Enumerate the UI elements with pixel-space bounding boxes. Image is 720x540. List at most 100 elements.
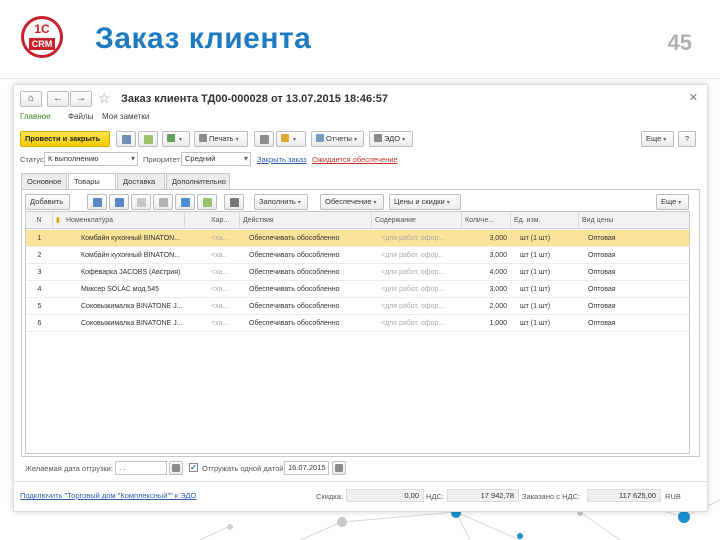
tab-additional[interactable]: Дополнительно <box>166 173 230 189</box>
table-row[interactable]: 1 Комбайн кухонный BINATON... <ха... Обе… <box>26 230 689 247</box>
add-row-button[interactable]: Добавить <box>25 194 70 210</box>
prices-discounts-button[interactable]: Цены и скидки ▾ <box>389 194 461 210</box>
ship-date-field[interactable]: . . <box>115 461 167 475</box>
row-unit: шт (1 шт) <box>520 269 551 276</box>
title-divider <box>0 78 720 79</box>
tab-goods[interactable]: Товары (6) <box>68 173 116 201</box>
move-up-button[interactable] <box>87 194 107 210</box>
reports-label: Отчеты <box>326 134 352 143</box>
column-header-char[interactable]: Хар... <box>208 212 240 229</box>
save-button[interactable] <box>116 131 136 147</box>
create-based-icon <box>167 134 175 142</box>
ship-one-date-checkbox[interactable]: ✓ <box>189 463 198 472</box>
goods-more-button[interactable]: Еще ▾ <box>656 194 689 210</box>
connect-edo-link[interactable]: Подключить "Торговый дом "Комплексный"" … <box>20 491 196 500</box>
calendar-button-2[interactable] <box>332 461 346 475</box>
goods-table: N ▮ Номенклатура Хар... Действия Содержа… <box>25 211 690 454</box>
column-header-actions[interactable]: Действия <box>240 212 372 229</box>
edo-label: ЭДО <box>384 134 401 143</box>
table-row[interactable]: 5 Соковыжималка BINATONE J... <ха... Обе… <box>26 298 689 315</box>
row-content: <для работ, офор... <box>381 303 445 310</box>
fill-button[interactable]: Заполнить ▾ <box>254 194 308 210</box>
close-icon[interactable]: ✕ <box>689 91 698 104</box>
nav-tab-notes[interactable]: Мои заметки <box>102 112 149 121</box>
table-row[interactable]: 4 Миксер SOLAC мод.545 <ха... Обеспечива… <box>26 281 689 298</box>
favorite-star-icon[interactable]: ☆ <box>98 90 111 107</box>
row-number: 3 <box>37 269 42 276</box>
row-characteristic: <ха... <box>211 235 229 242</box>
close-order-link[interactable]: Закрыть заказ <box>257 155 307 164</box>
currency-label: RUB <box>665 492 681 501</box>
calendar-button[interactable] <box>169 461 183 475</box>
status-label: Статус: <box>20 155 46 164</box>
tab-delivery[interactable]: Доставка <box>117 173 165 189</box>
row-item: Соковыжималка BINATONE J... <box>81 320 183 327</box>
edo-icon <box>374 134 382 142</box>
list-icon <box>260 135 269 144</box>
discount-label: Скидка: <box>316 492 343 501</box>
calendar-icon <box>335 464 343 472</box>
post-button[interactable] <box>138 131 158 147</box>
report-icon <box>316 134 324 142</box>
column-header-unit[interactable]: Ед. изм. <box>511 212 579 229</box>
split-row-button[interactable] <box>175 194 195 210</box>
print-button[interactable]: Печать ▾ <box>194 131 248 147</box>
forward-button[interactable]: → <box>70 91 92 107</box>
help-button[interactable]: ? <box>678 131 696 147</box>
document-title: Заказ клиента ТД00-000028 от 13.07.2015 … <box>121 93 388 105</box>
create-based-on-button[interactable]: ▾ <box>162 131 190 147</box>
back-button[interactable]: ← <box>47 91 69 107</box>
print-label: Печать <box>209 134 234 143</box>
waiting-provision-link[interactable]: Ожидается обеспечение <box>312 155 398 164</box>
attachments-button[interactable]: ▾ <box>276 131 306 147</box>
status-select[interactable]: К выполнению <box>44 152 138 166</box>
row-price-type: Оптовая <box>588 303 616 310</box>
row-number: 1 <box>37 235 42 242</box>
column-header-content[interactable]: Содержание <box>372 212 462 229</box>
table-header: N ▮ Номенклатура Хар... Действия Содержа… <box>26 212 689 229</box>
column-header-price-type[interactable]: Вид цены <box>579 212 689 229</box>
calendar-icon <box>172 464 180 472</box>
provision-label: Обеспечение <box>325 197 372 206</box>
row-action: Обеспечивать обособленно <box>249 320 340 327</box>
home-button[interactable]: ⌂ <box>20 91 42 107</box>
structure-button[interactable] <box>254 131 274 147</box>
table-row[interactable]: 6 Соковыжималка BINATONE J... <ха... Обе… <box>26 315 689 332</box>
table-row[interactable]: 3 Кофеварка JACOBS (Австрия) <ха... Обес… <box>26 264 689 281</box>
post-icon <box>144 135 153 144</box>
nav-tab-main[interactable]: Главное <box>20 112 51 121</box>
priority-label: Приоритет: <box>143 155 183 164</box>
column-header-n[interactable]: N <box>26 212 53 229</box>
pick-goods-button[interactable] <box>197 194 217 210</box>
move-down-button[interactable] <box>109 194 129 210</box>
paste-row-button[interactable] <box>153 194 173 210</box>
arrow-down-icon <box>115 198 124 207</box>
priority-select[interactable]: Средний <box>181 152 251 166</box>
ship-one-date-label: Отгружать одной датой <box>202 464 284 473</box>
reports-button[interactable]: Отчеты ▾ <box>311 131 364 147</box>
discount-value: 0,00 <box>346 489 424 502</box>
tab-main[interactable]: Основное <box>21 173 67 189</box>
vat-label: НДС: <box>426 492 444 501</box>
column-header-qty[interactable]: Количе... <box>462 212 511 229</box>
ship-one-date-field[interactable]: 16.07.2015 <box>284 461 329 475</box>
nav-tab-files[interactable]: Файлы <box>68 112 93 121</box>
row-action: Обеспечивать обособленно <box>249 252 340 259</box>
row-price-type: Оптовая <box>588 320 616 327</box>
table-row[interactable]: 2 Комбайн кухонный BINATON... <ха... Обе… <box>26 247 689 264</box>
barcode-icon <box>230 198 239 207</box>
logo-text-bottom: CRM <box>29 38 55 50</box>
row-quantity: 2,000 <box>489 303 507 310</box>
copy-row-button[interactable] <box>131 194 151 210</box>
sort-icon: ▮ <box>56 217 60 224</box>
provision-button[interactable]: Обеспечение ▾ <box>320 194 384 210</box>
post-and-close-button[interactable]: Провести и закрыть <box>20 131 110 147</box>
edo-button[interactable]: ЭДО ▾ <box>369 131 413 147</box>
row-quantity: 4,000 <box>489 269 507 276</box>
prices-discounts-label: Цены и скидки <box>394 197 445 206</box>
more-button[interactable]: Еще ▾ <box>641 131 674 147</box>
row-price-type: Оптовая <box>588 286 616 293</box>
goods-more-label: Еще <box>661 197 677 206</box>
column-header-item[interactable]: Номенклатура <box>63 212 185 229</box>
barcode-button[interactable] <box>224 194 244 210</box>
